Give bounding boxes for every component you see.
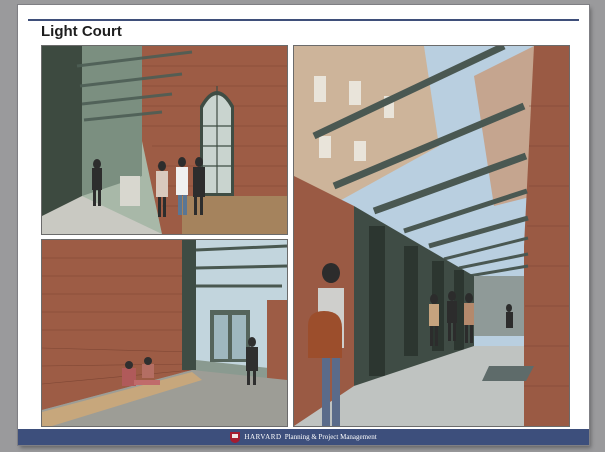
courtyard-bench-rendering xyxy=(41,239,288,427)
footer-bar: HARVARD Planning & Project Management xyxy=(18,429,589,445)
courtyard-entrance-rendering xyxy=(41,45,288,235)
shield-icon xyxy=(230,431,241,443)
slide-title: Light Court xyxy=(41,23,122,40)
footer-department: Planning & Project Management xyxy=(284,433,377,441)
slide: Light Court HARVARD Planning & Project M… xyxy=(18,5,589,445)
courtyard-skylight-corridor-rendering xyxy=(293,45,570,427)
title-rule xyxy=(28,19,579,21)
footer-brand: HARVARD xyxy=(244,433,282,441)
